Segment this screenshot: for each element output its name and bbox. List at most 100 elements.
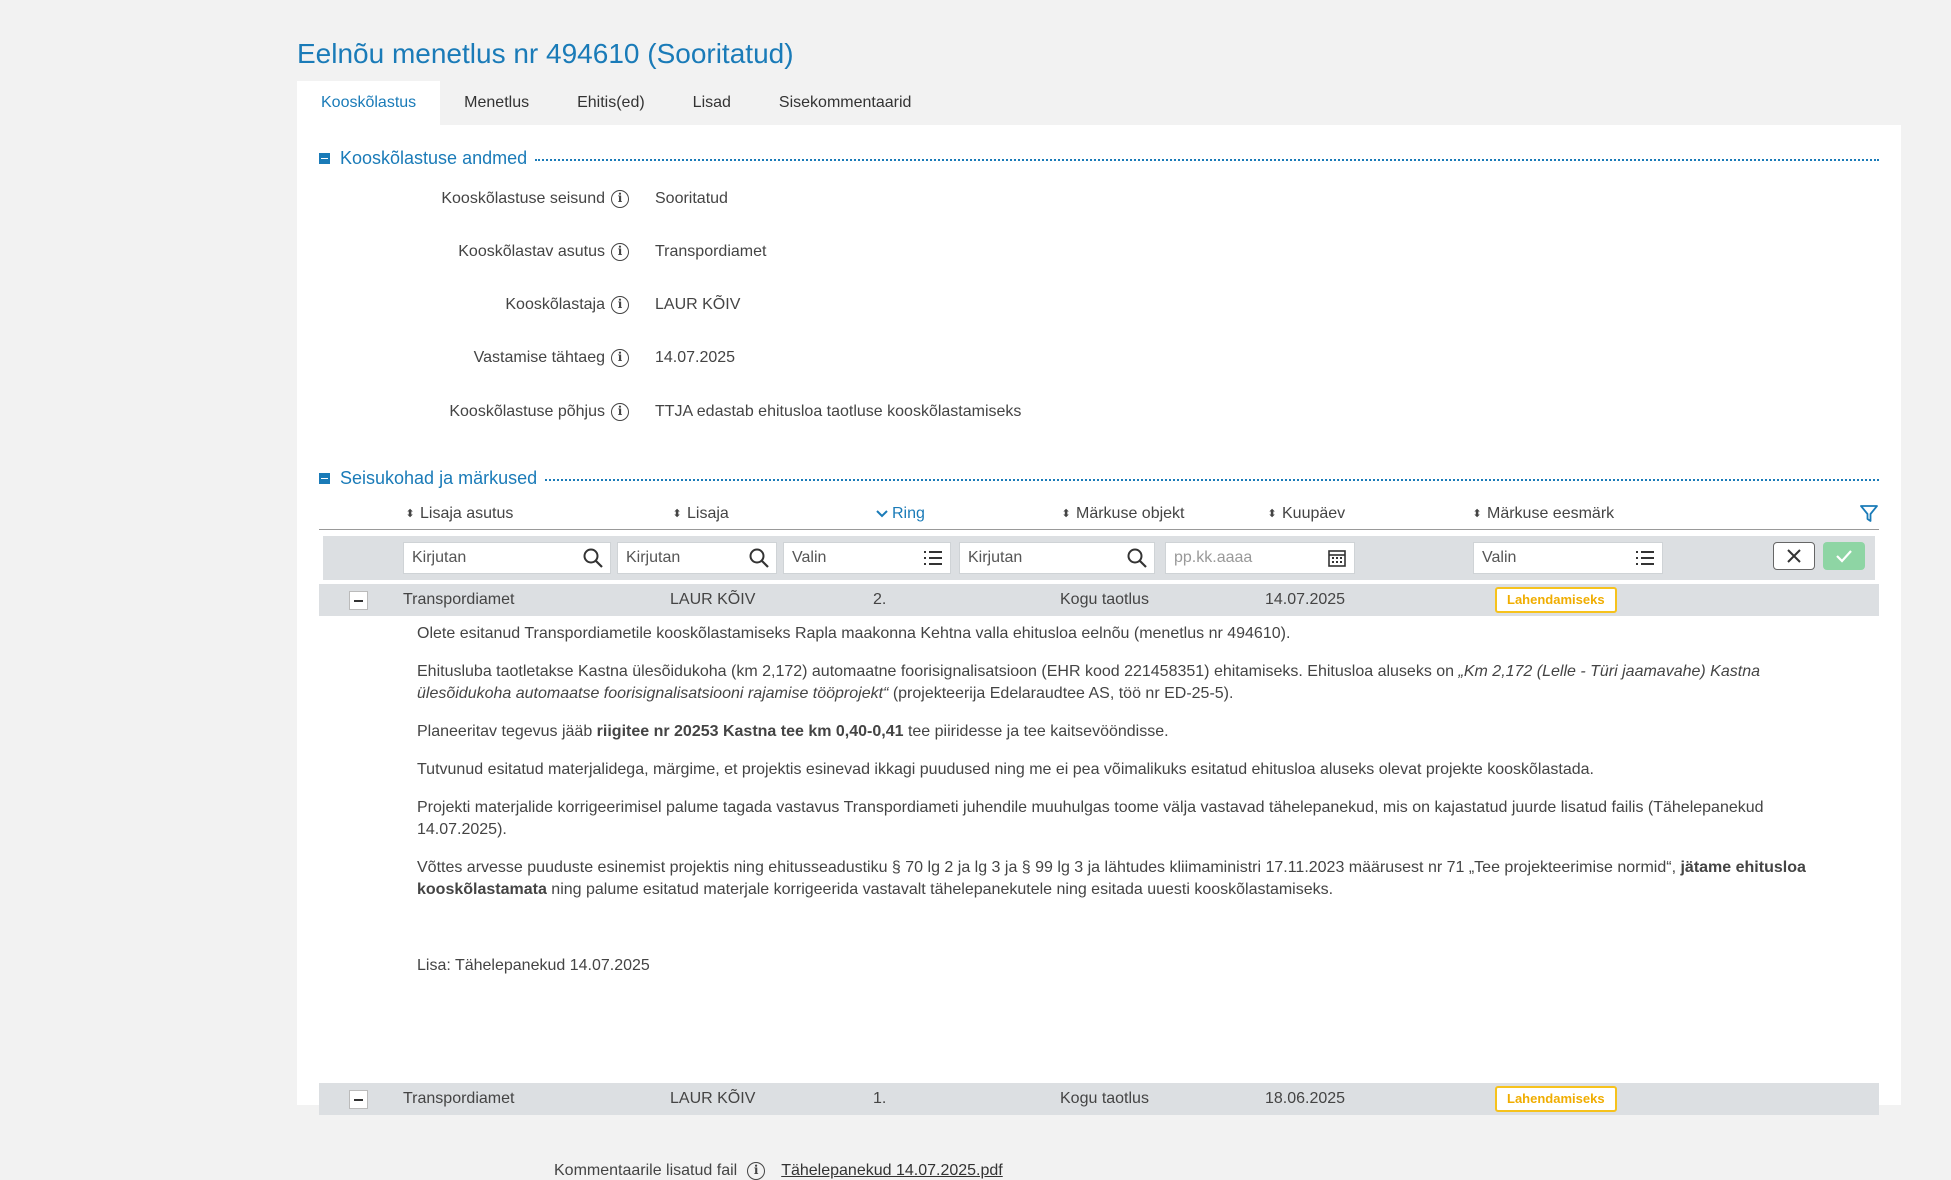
filter-objekt-input[interactable] (966, 548, 1126, 568)
page-title: Eelnõu menetlus nr 494610 (Sooritatud) (297, 38, 794, 69)
status-badge: Lahendamiseks (1495, 587, 1617, 613)
comment-paragraph: Olete esitanud Transpordiametile kooskõl… (417, 625, 1291, 642)
details-section-header[interactable]: Kooskõlastuse andmed (319, 146, 1879, 170)
field-asutus: Kooskõlastav asutus i Transpordiamet (297, 240, 766, 264)
field-seisund: Kooskõlastuse seisund i Sooritatud (297, 187, 728, 211)
filter-eesmark (1473, 542, 1663, 574)
calendar-icon[interactable] (1326, 547, 1348, 569)
list-icon[interactable] (1634, 547, 1656, 569)
content-panel: Kooskõlastuse andmed Kooskõlastuse seisu… (297, 125, 1901, 1180)
comment-paragraph: Võttes arvesse puuduste esinemist projek… (417, 859, 1806, 898)
field-label: Kooskõlastuse seisund (441, 190, 605, 207)
field-pohjus: Kooskõlastuse põhjus i TTJA edastab ehit… (297, 400, 1021, 424)
comment-paragraph: Planeeritav tegevus jääb riigitee nr 202… (417, 723, 1169, 740)
tab-sisekommentaarid[interactable]: Sisekommentaarid (755, 81, 936, 125)
filter-icon[interactable] (1859, 504, 1879, 524)
column-header-markuse-objekt[interactable]: ⬍ Märkuse objekt (1061, 505, 1184, 523)
cell-ring: 1. (873, 1090, 887, 1107)
sort-icon: ⬍ (1061, 508, 1071, 520)
tab-lisad[interactable]: Lisad (669, 81, 755, 125)
cell-lisaja: LAUR KÕIV (670, 1090, 756, 1107)
tab-menetlus[interactable]: Menetlus (440, 81, 553, 125)
filter-row (323, 536, 1875, 580)
apply-filters-button[interactable] (1823, 542, 1865, 570)
filter-objekt (959, 542, 1155, 574)
column-header-ring[interactable]: Ring (875, 505, 925, 523)
filter-asutus (403, 542, 611, 574)
cell-lisaja: LAUR KÕIV (670, 591, 756, 608)
sort-icon: ⬍ (1472, 508, 1482, 520)
filter-ring-select[interactable] (790, 548, 922, 568)
section-divider (535, 159, 1879, 161)
check-icon (1836, 550, 1852, 563)
status-badge: Lahendamiseks (1495, 1086, 1617, 1112)
table-row[interactable]: Transpordiamet LAUR KÕIV 1. Kogu taotlus… (319, 1083, 1879, 1115)
field-value: Sooritatud (655, 190, 728, 207)
collapse-icon[interactable] (319, 152, 330, 164)
filter-lisaja (617, 542, 777, 574)
sort-icon: ⬍ (672, 508, 682, 520)
field-label: Kooskõlastav asutus (458, 243, 605, 260)
field-kooskolastaja: Kooskõlastaja i LAUR KÕIV (297, 293, 740, 317)
field-label: Kooskõlastuse põhjus (449, 403, 605, 420)
column-header-kuupaev[interactable]: ⬍ Kuupäev (1267, 505, 1345, 523)
field-value: TTJA edastab ehitusloa taotluse kooskõla… (655, 403, 1022, 420)
chevron-down-icon (876, 510, 888, 518)
filter-asutus-input[interactable] (410, 548, 582, 568)
info-icon[interactable]: i (611, 243, 629, 261)
cell-objekt: Kogu taotlus (1060, 1090, 1149, 1107)
comment-paragraph: Ehitusluba taotletakse Kastna ülesõiduko… (417, 663, 1760, 702)
info-icon[interactable]: i (611, 190, 629, 208)
list-icon[interactable] (922, 547, 944, 569)
attachment-label: Kommentaarile lisatud fail (554, 1162, 738, 1179)
clear-filters-button[interactable] (1773, 542, 1815, 570)
info-icon[interactable]: i (611, 349, 629, 367)
sort-icon: ⬍ (405, 508, 415, 520)
close-icon (1787, 549, 1801, 563)
comment-paragraph: Tutvunud esitatud materjalidega, märgime… (417, 761, 1594, 778)
comment-paragraph: Projekti materjalide korrigeerimisel pal… (417, 799, 1764, 838)
filter-ring (783, 542, 951, 574)
search-icon[interactable] (748, 547, 770, 569)
cell-kuupaev: 14.07.2025 (1265, 591, 1346, 608)
cell-asutus: Transpordiamet (403, 591, 515, 608)
collapse-row-icon[interactable] (349, 591, 368, 610)
opinions-section-title: Seisukohad ja märkused (340, 467, 538, 488)
column-header-markuse-eesmark[interactable]: ⬍ Märkuse eesmärk (1472, 505, 1614, 523)
info-icon[interactable]: i (611, 403, 629, 421)
filter-lisaja-input[interactable] (624, 548, 748, 568)
search-icon[interactable] (582, 547, 604, 569)
search-icon[interactable] (1126, 547, 1148, 569)
column-header-lisaja-asutus[interactable]: ⬍ Lisaja asutus (405, 505, 513, 523)
cell-asutus: Transpordiamet (403, 1090, 515, 1107)
field-label: Vastamise tähtaeg (473, 349, 605, 366)
opinions-section-header[interactable]: Seisukohad ja märkused (319, 466, 1879, 490)
collapse-icon[interactable] (319, 472, 330, 484)
field-value: Transpordiamet (655, 243, 767, 260)
tab-ehitised[interactable]: Ehitis(ed) (553, 81, 669, 125)
field-value: LAUR KÕIV (655, 296, 741, 313)
field-label: Kooskõlastaja (505, 296, 605, 313)
section-divider (545, 479, 1879, 481)
table-row[interactable]: Transpordiamet LAUR KÕIV 2. Kogu taotlus… (319, 584, 1879, 616)
comment-body: Olete esitanud Transpordiametile kooskõl… (417, 623, 1837, 993)
field-tahtaeg: Vastamise tähtaeg i 14.07.2025 (297, 346, 735, 370)
filter-eesmark-select[interactable] (1480, 548, 1634, 568)
column-header-lisaja[interactable]: ⬍ Lisaja (672, 505, 728, 523)
field-value: 14.07.2025 (655, 349, 736, 366)
tab-bar: Kooskõlastus Menetlus Ehitis(ed) Lisad S… (297, 81, 935, 125)
filter-kuupaev-input[interactable] (1172, 548, 1326, 568)
comment-attachment-note: Lisa: Tähelepanekud 14.07.2025 (417, 957, 650, 974)
info-icon[interactable]: i (611, 296, 629, 314)
cell-kuupaev: 18.06.2025 (1265, 1090, 1346, 1107)
attachment-link[interactable]: Tähelepanekud 14.07.2025.pdf (781, 1162, 1003, 1180)
info-icon[interactable]: i (747, 1162, 766, 1180)
filter-kuupaev (1165, 542, 1355, 574)
details-section-title: Kooskõlastuse andmed (340, 147, 528, 168)
tab-kooskolastus[interactable]: Kooskõlastus (297, 81, 441, 125)
cell-ring: 2. (873, 591, 887, 608)
cell-objekt: Kogu taotlus (1060, 591, 1149, 608)
table-header: ⬍ Lisaja asutus ⬍ Lisaja Ring ⬍ Märkuse obj… (319, 501, 1879, 530)
expand-row-icon[interactable] (349, 1090, 368, 1109)
sort-icon: ⬍ (1267, 508, 1277, 520)
